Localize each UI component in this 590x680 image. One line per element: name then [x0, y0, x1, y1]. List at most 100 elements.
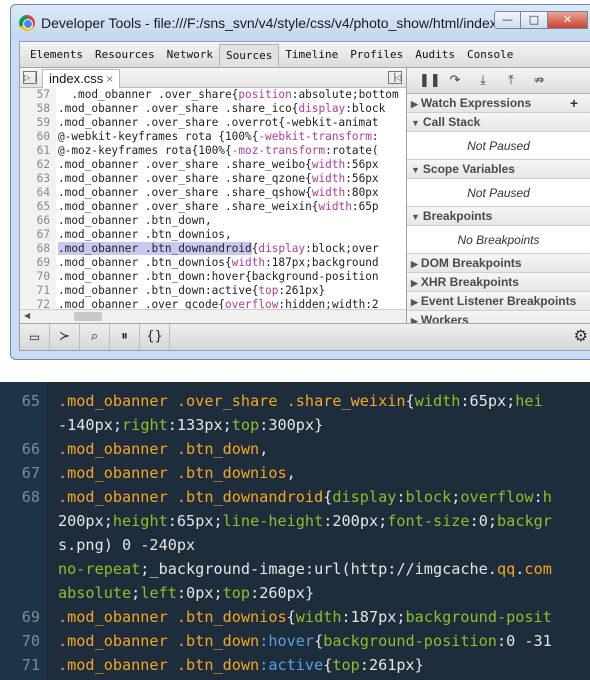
line-number: 71	[20, 284, 56, 298]
pane-title: Event Listener Breakpoints	[420, 294, 577, 308]
line-number: 67	[20, 228, 56, 242]
line-text: .mod_obanner .over_qcode{overflow:hidden…	[58, 298, 379, 309]
console-icon[interactable]: ≻	[50, 324, 80, 350]
code-line[interactable]: 72 .mod_obanner .over_qcode{overflow:hidd…	[20, 298, 406, 309]
zoomed-line-text: .mod_obanner .btn_downios{width:187px;ba…	[58, 608, 552, 626]
tab-network[interactable]: Network	[161, 44, 219, 66]
line-text: .mod_obanner .btn_downios,	[58, 228, 232, 241]
collapsed-triangle-icon: ▶	[411, 278, 418, 288]
code-line[interactable]: 70 .mod_obanner .btn_down:hover{backgroun…	[20, 270, 406, 284]
tab-audits[interactable]: Audits	[409, 44, 461, 66]
code-line[interactable]: 57 .mod_obanner .over_share{position:abs…	[20, 88, 406, 102]
pane-status: Not Paused	[407, 132, 590, 160]
tab-elements[interactable]: Elements	[24, 44, 89, 66]
zoomed-line-text: 200px;height:65px;line-height:200px;font…	[58, 512, 552, 530]
zoomed-code-line: 65 .mod_obanner .over_share .share_weixin…	[0, 389, 590, 413]
devtools-client: Elements Resources Network Sources Timeline P…	[19, 41, 590, 351]
pane-title: XHR Breakpoints	[420, 275, 519, 289]
line-text: .mod_obanner .btn_downandroid{display:bl…	[58, 242, 379, 255]
collapsed-triangle-icon: ▶	[411, 99, 418, 109]
pane-watch-expressions[interactable]: ▶ Watch Expressions +	[407, 94, 590, 113]
title-bar[interactable]: Developer Tools - file:///F:/sns_svn/v4/…	[11, 5, 590, 41]
collapsed-triangle-icon: ▶	[411, 297, 418, 307]
debugger-sidebar: ❚❚ ↷ ⤓ ⤒ ⇏ ▶ Watch Expressions + ▼ Call Stac…	[406, 68, 590, 330]
line-number: 63	[20, 172, 56, 186]
code-line[interactable]: 68 .mod_obanner .btn_downandroid{display:…	[20, 242, 406, 256]
zoomed-line-number: 69	[21, 608, 40, 626]
line-number: 65	[20, 200, 56, 214]
maximize-button[interactable]: □	[521, 11, 548, 29]
scroll-left-icon[interactable]: ◀	[24, 311, 30, 320]
zoomed-line-number: 71	[21, 656, 40, 674]
pane-status: Not Paused	[407, 179, 590, 207]
code-line[interactable]: 65 .mod_obanner .over_share .share_weixin…	[20, 200, 406, 214]
step-over-icon[interactable]: ↷	[447, 73, 463, 88]
scroll-thumb[interactable]	[74, 312, 102, 321]
window-controls: — □ ✕	[494, 11, 588, 29]
close-button[interactable]: ✕	[548, 11, 588, 29]
close-tab-icon[interactable]: ×	[106, 72, 113, 86]
step-out-icon[interactable]: ⤒	[503, 73, 519, 88]
code-line[interactable]: 69 .mod_obanner .btn_downios{width:187px;…	[20, 256, 406, 270]
dock-icon[interactable]: ▭	[20, 324, 50, 350]
line-number: 59	[20, 116, 56, 130]
line-number: 61	[20, 144, 56, 158]
zoomed-line-number: 68	[21, 488, 40, 506]
file-tab-index-css[interactable]: index.css ×	[42, 69, 121, 88]
line-number: 62	[20, 158, 56, 172]
pane-call-stack[interactable]: ▼ Call Stack	[407, 113, 590, 132]
pane-scope-variables[interactable]: ▼ Scope Variables	[407, 160, 590, 179]
pane-breakpoints[interactable]: ▼ Breakpoints	[407, 207, 590, 226]
code-line[interactable]: 67 .mod_obanner .btn_downios,	[20, 228, 406, 242]
code-line[interactable]: 66 .mod_obanner .btn_down,	[20, 214, 406, 228]
pause-icon[interactable]: ❚❚	[419, 73, 441, 88]
pane-event-listener-breakpoints[interactable]: ▶ Event Listener Breakpoints	[407, 292, 590, 311]
expanded-triangle-icon: ▼	[411, 212, 420, 222]
code-line[interactable]: 58 .mod_obanner .over_share .share_ico{di…	[20, 102, 406, 116]
deactivate-breakpoints-icon[interactable]: ⇏	[531, 73, 547, 88]
line-text: .mod_obanner .over_share .share_ico{disp…	[58, 102, 386, 115]
expanded-triangle-icon: ▼	[411, 118, 420, 128]
line-text: .mod_obanner .btn_down:active{top:261px}	[58, 284, 326, 297]
pause-exceptions-icon[interactable]: ⏸	[110, 324, 140, 350]
tab-timeline[interactable]: Timeline	[279, 44, 344, 66]
tab-console[interactable]: Console	[461, 44, 519, 66]
navigator-toggle-icon[interactable]: ▷▕	[23, 71, 37, 84]
zoomed-code-view: 65 .mod_obanner .over_share .share_weixin…	[0, 382, 590, 680]
pane-xhr-breakpoints[interactable]: ▶ XHR Breakpoints	[407, 273, 590, 292]
tab-sources[interactable]: Sources	[218, 43, 280, 66]
zoomed-line-text: absolute;left:0px;top:260px}	[58, 584, 315, 602]
line-text: .mod_obanner .btn_downios{width:187px;ba…	[58, 256, 379, 269]
pretty-print-icon[interactable]: {}	[140, 324, 170, 350]
code-lines[interactable]: 57 .mod_obanner .over_share{position:abs…	[20, 88, 406, 309]
horizontal-scrollbar[interactable]: ◀	[20, 309, 406, 323]
code-line[interactable]: 60 @-webkit-keyframes rota {100%{-webkit-…	[20, 130, 406, 144]
code-line[interactable]: 61 @-moz-keyframes rota{100%{-moz-transfo…	[20, 144, 406, 158]
tab-resources[interactable]: Resources	[89, 44, 161, 66]
code-line[interactable]: 63 .mod_obanner .over_share .share_qzone{…	[20, 172, 406, 186]
zoomed-line-number: 70	[21, 632, 40, 650]
code-line[interactable]: 59 .mod_obanner .over_share .overrot{-web…	[20, 116, 406, 130]
tab-profiles[interactable]: Profiles	[344, 44, 409, 66]
pane-dom-breakpoints[interactable]: ▶ DOM Breakpoints	[407, 254, 590, 273]
code-line[interactable]: 64 .mod_obanner .over_share .share_qshow{…	[20, 186, 406, 200]
debugger-toggle-icon[interactable]: ▕◁	[388, 71, 402, 84]
line-text: .mod_obanner .over_share .overrot{-webki…	[58, 116, 379, 129]
zoomed-line-text: -140px;right:133px;top:300px}	[58, 416, 324, 434]
expanded-triangle-icon: ▼	[411, 165, 420, 175]
add-watch-icon[interactable]: +	[570, 94, 578, 112]
zoomed-code-line: 70 .mod_obanner .btn_down:hover{backgroun…	[0, 629, 590, 653]
pane-title: Call Stack	[422, 115, 481, 129]
zoomed-code-line: absolute;left:0px;top:260px}	[0, 581, 590, 605]
search-icon[interactable]: ⌕	[80, 324, 110, 350]
line-text: @-webkit-keyframes rota {100%{-webkit-tr…	[58, 130, 379, 143]
pane-title: DOM Breakpoints	[420, 256, 522, 270]
gear-icon[interactable]: ⚙	[574, 326, 588, 345]
code-line[interactable]: 71 .mod_obanner .btn_down:active{top:261p…	[20, 284, 406, 298]
line-number: 57	[20, 88, 56, 102]
code-line[interactable]: 62 .mod_obanner .over_share .share_weibo{…	[20, 158, 406, 172]
step-into-icon[interactable]: ⤓	[475, 73, 491, 88]
minimize-button[interactable]: —	[494, 11, 521, 29]
zoomed-code-line: 68 .mod_obanner .btn_downandroid{display:…	[0, 485, 590, 509]
panel-tabs: Elements Resources Network Sources Timeline P…	[20, 42, 590, 68]
